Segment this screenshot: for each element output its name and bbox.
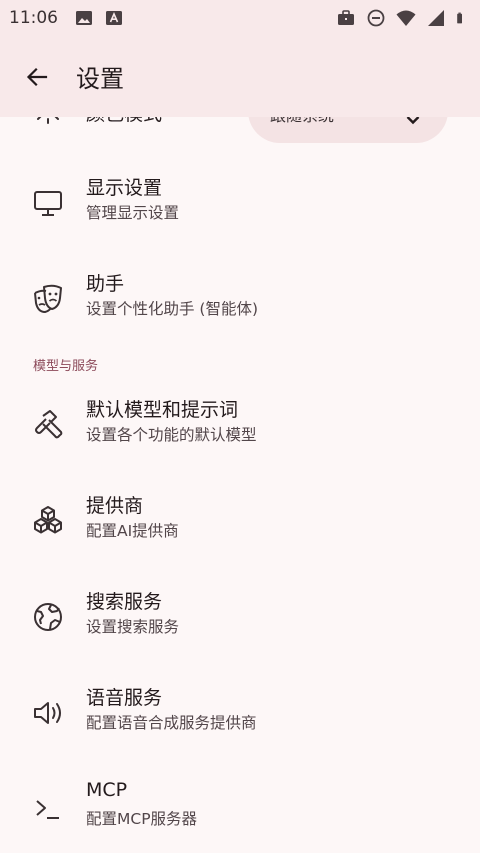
chevron-down-icon [406,117,420,125]
hammer-icon [35,410,63,439]
default-models-title: 默认模型和提示词 [86,399,239,421]
back-button[interactable] [13,53,61,101]
speaker-icon [34,702,61,724]
signal-icon [428,10,444,26]
sun-icon [37,117,59,124]
display-settings-subtitle: 管理显示设置 [86,204,180,222]
assistant-title: 助手 [86,273,125,295]
globe-icon [34,603,62,631]
battery-icon [457,12,462,24]
search-services-subtitle: 设置搜索服务 [86,618,180,636]
page-title: 设置 [76,65,124,93]
settings-list[interactable]: 颜色模式 跟随系统 显示设置 管理显示设置 助手 设置个性化助手 (智 [0,117,480,853]
assistant-item[interactable]: 助手 设置个性化助手 (智能体) [0,251,480,347]
color-mode-label: 颜色模式 [86,117,162,126]
arrow-back-icon [26,67,48,86]
theater-masks-icon [34,284,62,313]
mcp-item[interactable]: MCP 配置MCP服务器 [0,761,480,853]
providers-subtitle: 配置AI提供商 [86,522,179,540]
voice-services-title: 语音服务 [86,687,163,709]
voice-services-item[interactable]: 语音服务 配置语音合成服务提供商 [0,665,480,761]
mcp-title: MCP [86,779,128,801]
mcp-subtitle: 配置MCP服务器 [86,810,198,828]
status-right [336,8,468,28]
display-settings-title: 显示设置 [86,177,163,199]
status-bar: 11:06 [0,0,480,36]
do-not-disturb-icon [367,9,385,27]
providers-title: 提供商 [86,495,144,517]
text-a-icon [106,11,122,25]
status-left: 11:06 [9,8,124,28]
display-settings-item[interactable]: 显示设置 管理显示设置 [0,155,480,251]
search-services-item[interactable]: 搜索服务 设置搜索服务 [0,569,480,665]
boxes-icon [34,506,62,534]
default-models-item[interactable]: 默认模型和提示词 设置各个功能的默认模型 [0,377,480,473]
color-mode-row: 颜色模式 跟随系统 [0,117,480,143]
monitor-icon [34,191,62,216]
voice-services-subtitle: 配置语音合成服务提供商 [86,714,257,732]
wifi-icon [396,10,416,26]
default-models-subtitle: 设置各个功能的默认模型 [86,426,257,444]
image-icon [76,11,92,25]
providers-item[interactable]: 提供商 配置AI提供商 [0,473,480,569]
terminal-icon [36,800,59,819]
section-header-models: 模型与服务 [33,359,99,374]
search-services-title: 搜索服务 [86,591,163,613]
assistant-subtitle: 设置个性化助手 (智能体) [86,300,259,318]
color-mode-select[interactable]: 跟随系统 [248,117,448,143]
briefcase-icon [338,10,354,25]
color-mode-value: 跟随系统 [270,117,334,126]
status-time: 11:06 [9,8,58,28]
top-app-bar: 设置 [0,36,480,117]
